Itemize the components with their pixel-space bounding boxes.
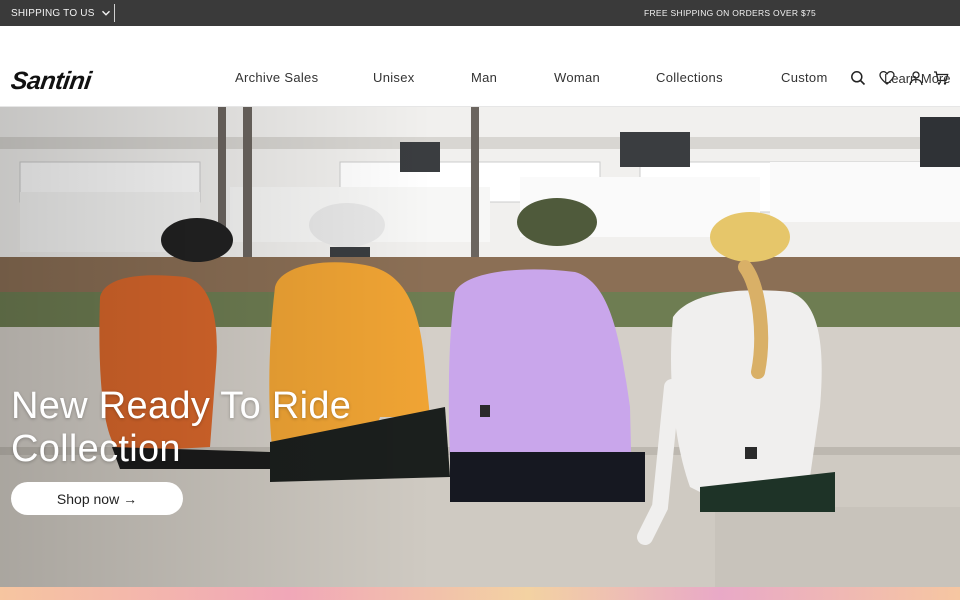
announcement-bar: SHIPPING TO US FREE SHIPPING ON ORDERS O…	[0, 0, 960, 26]
learn-more-link[interactable]: Learn More	[884, 71, 950, 86]
next-section-strip	[0, 587, 960, 600]
hero-banner: New Ready To Ride Collection Shop now →	[0, 107, 960, 587]
hero-title-line-1: New Ready To Ride	[11, 385, 352, 427]
shipping-label: SHIPPING TO US	[11, 7, 95, 19]
hero-title-line-2: Collection	[11, 428, 181, 470]
chevron-down-icon	[101, 10, 110, 16]
site-header: Santini Archive Sales Unisex Man Woman C…	[0, 26, 960, 107]
shipping-country-selector[interactable]: SHIPPING TO US	[11, 0, 111, 26]
hero-photo-cyclists	[0, 107, 960, 587]
shop-now-button[interactable]: Shop now →	[11, 482, 183, 515]
free-shipping-promo: FREE SHIPPING ON ORDERS OVER $75	[644, 8, 817, 18]
header-icons	[0, 68, 960, 90]
topbar-divider	[114, 4, 115, 22]
hero-title: New Ready To Ride Collection	[11, 385, 351, 471]
search-icon[interactable]	[848, 68, 868, 88]
